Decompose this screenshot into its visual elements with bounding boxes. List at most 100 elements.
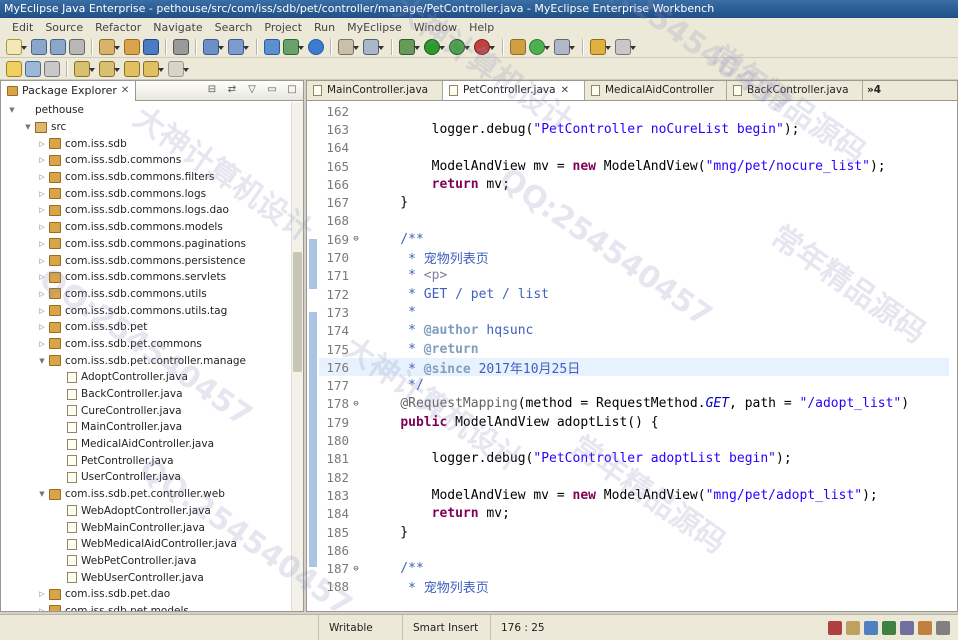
last-edit-location-icon[interactable] xyxy=(124,60,140,77)
globe-icon[interactable] xyxy=(308,38,324,55)
tree-item[interactable]: MainController.java xyxy=(1,419,291,436)
menu-item-project[interactable]: Project xyxy=(264,21,302,34)
tree-item[interactable]: ▷ com.iss.sdb.pet xyxy=(1,319,291,336)
code-line[interactable]: 165 ModelAndView mv = new ModelAndView("… xyxy=(319,157,949,175)
menu-item-navigate[interactable]: Navigate xyxy=(153,21,202,34)
tree-item[interactable]: WebMedicalAidController.java xyxy=(1,536,291,553)
expand-toggle-icon[interactable]: ▷ xyxy=(37,156,47,164)
tree-item[interactable]: ▷ com.iss.sdb.commons.servlets xyxy=(1,269,291,286)
open-type-icon[interactable] xyxy=(99,38,120,55)
task-icon[interactable] xyxy=(846,621,860,635)
expand-toggle-icon[interactable]: ▷ xyxy=(37,173,47,181)
code-line[interactable]: 185 } xyxy=(319,523,949,541)
previous-annotation-icon[interactable] xyxy=(99,60,120,77)
tree-item[interactable]: ▼ com.iss.sdb.pet.controller.web xyxy=(1,486,291,503)
code-line[interactable]: 173 * xyxy=(319,303,949,321)
expand-toggle-icon[interactable]: ▷ xyxy=(37,307,47,315)
tree-item[interactable]: BackController.java xyxy=(1,386,291,403)
code-line[interactable]: 166 return mv; xyxy=(319,175,949,193)
code-line[interactable]: 176 * @since 2017年10月25日 xyxy=(319,358,949,377)
code-line[interactable]: 179 public ModelAndView adoptList() { xyxy=(319,413,949,431)
menu-item-search[interactable]: Search xyxy=(215,21,253,34)
tab-overflow-button[interactable]: »4 xyxy=(863,81,886,100)
expand-toggle-icon[interactable]: ▷ xyxy=(37,290,47,298)
tree-item[interactable]: WebMainController.java xyxy=(1,519,291,536)
code-line[interactable]: 180 xyxy=(319,431,949,449)
tab-package-explorer[interactable]: Package Explorer ✕ xyxy=(1,80,137,101)
new-package-icon[interactable] xyxy=(124,38,140,55)
tree-item[interactable]: ▷ com.iss.sdb.commons.persistence xyxy=(1,252,291,269)
new-class-icon[interactable] xyxy=(143,38,159,55)
menu-item-source[interactable]: Source xyxy=(45,21,83,34)
tree-item[interactable]: ▷ com.iss.sdb.pet.dao xyxy=(1,586,291,603)
code-line[interactable]: 182 xyxy=(319,468,949,486)
tree-item[interactable]: ▼ src xyxy=(1,119,291,136)
save-all-icon[interactable] xyxy=(50,38,66,55)
run-icon[interactable] xyxy=(424,38,445,55)
close-icon[interactable]: ✕ xyxy=(121,85,129,96)
code-line[interactable]: 169 ⊖ /** xyxy=(319,230,949,248)
expand-toggle-icon[interactable]: ▷ xyxy=(37,206,47,214)
expand-toggle-icon[interactable]: ▷ xyxy=(37,240,47,248)
show-whitespace-icon[interactable] xyxy=(44,60,60,77)
back-icon[interactable] xyxy=(143,60,164,77)
tree-item[interactable]: ▷ com.iss.sdb.pet.commons xyxy=(1,336,291,353)
tree-item[interactable]: AdoptController.java xyxy=(1,369,291,386)
code-line[interactable]: 170 * 宠物列表页 xyxy=(319,248,949,267)
database-icon[interactable] xyxy=(363,38,384,55)
new-type-icon[interactable] xyxy=(529,38,550,55)
progress-icon[interactable] xyxy=(828,621,842,635)
menu-item-window[interactable]: Window xyxy=(414,21,457,34)
code-line[interactable]: 167 } xyxy=(319,194,949,212)
link-with-editor-icon[interactable]: ⇄ xyxy=(225,83,239,97)
open-task-icon[interactable] xyxy=(554,38,575,55)
expand-toggle-icon[interactable]: ▼ xyxy=(7,106,17,114)
expand-toggle-icon[interactable]: ▷ xyxy=(37,340,47,348)
toggle-block-selection-icon[interactable] xyxy=(25,60,41,77)
tree-item[interactable]: ▷ com.iss.sdb.pet.models xyxy=(1,603,291,611)
server-icon[interactable] xyxy=(173,38,189,55)
deploy-icon[interactable] xyxy=(203,38,224,55)
menu-item-myeclipse[interactable]: MyEclipse xyxy=(347,21,402,34)
debug-icon[interactable] xyxy=(399,38,420,55)
code-line[interactable]: 181 logger.debug("PetController adoptLis… xyxy=(319,450,949,468)
expand-toggle-icon[interactable]: ▷ xyxy=(37,223,47,231)
tree-item[interactable]: PetController.java xyxy=(1,452,291,469)
tree-item[interactable]: ▷ com.iss.sdb.commons.utils.tag xyxy=(1,302,291,319)
menu-item-help[interactable]: Help xyxy=(469,21,494,34)
open-browser-icon[interactable] xyxy=(283,38,304,55)
expand-toggle-icon[interactable]: ▼ xyxy=(37,357,47,365)
tree-item[interactable]: ▷ com.iss.sdb.commons.models xyxy=(1,219,291,236)
db-status-icon[interactable] xyxy=(900,621,914,635)
expand-toggle-icon[interactable]: ▷ xyxy=(37,590,47,598)
tree-item[interactable]: ▷ com.iss.sdb.commons xyxy=(1,152,291,169)
maximize-icon[interactable]: □ xyxy=(285,83,299,97)
code-line[interactable]: 174 * @author hqsunc xyxy=(319,322,949,340)
code-line[interactable]: 188 * 宠物列表页 xyxy=(319,578,949,596)
tree-item[interactable]: ▷ com.iss.sdb.commons.logs xyxy=(1,185,291,202)
web-browser-icon[interactable] xyxy=(264,38,280,55)
tree-item[interactable]: ▷ com.iss.sdb xyxy=(1,135,291,152)
editor-tab[interactable]: MedicalAidController xyxy=(585,81,727,100)
fold-toggle-icon[interactable]: ⊖ xyxy=(351,564,361,574)
sync-icon[interactable] xyxy=(864,621,878,635)
minimize-icon[interactable]: ▭ xyxy=(265,83,279,97)
external-tools-icon[interactable] xyxy=(474,38,495,55)
code-line[interactable]: 183 ModelAndView mv = new ModelAndView("… xyxy=(319,486,949,504)
tree-item[interactable]: ▷ com.iss.sdb.commons.utils xyxy=(1,286,291,303)
editor-tab[interactable]: BackController.java xyxy=(727,81,863,100)
tree-item[interactable]: CureController.java xyxy=(1,402,291,419)
code-line[interactable]: 186 xyxy=(319,541,949,559)
code-line[interactable]: 168 xyxy=(319,212,949,230)
build-icon[interactable] xyxy=(918,621,932,635)
code-line[interactable]: 184 return mv; xyxy=(319,505,949,523)
uml-icon[interactable] xyxy=(338,38,359,55)
close-icon[interactable]: ✕ xyxy=(561,85,569,96)
expand-toggle-icon[interactable]: ▷ xyxy=(37,140,47,148)
code-line[interactable]: 171 * <p> xyxy=(319,267,949,285)
tree-item[interactable]: MedicalAidController.java xyxy=(1,436,291,453)
print-icon[interactable] xyxy=(69,38,85,55)
expand-toggle-icon[interactable]: ▷ xyxy=(37,607,47,611)
tree-item[interactable]: UserController.java xyxy=(1,469,291,486)
tree-item[interactable]: ▷ com.iss.sdb.commons.filters xyxy=(1,169,291,186)
